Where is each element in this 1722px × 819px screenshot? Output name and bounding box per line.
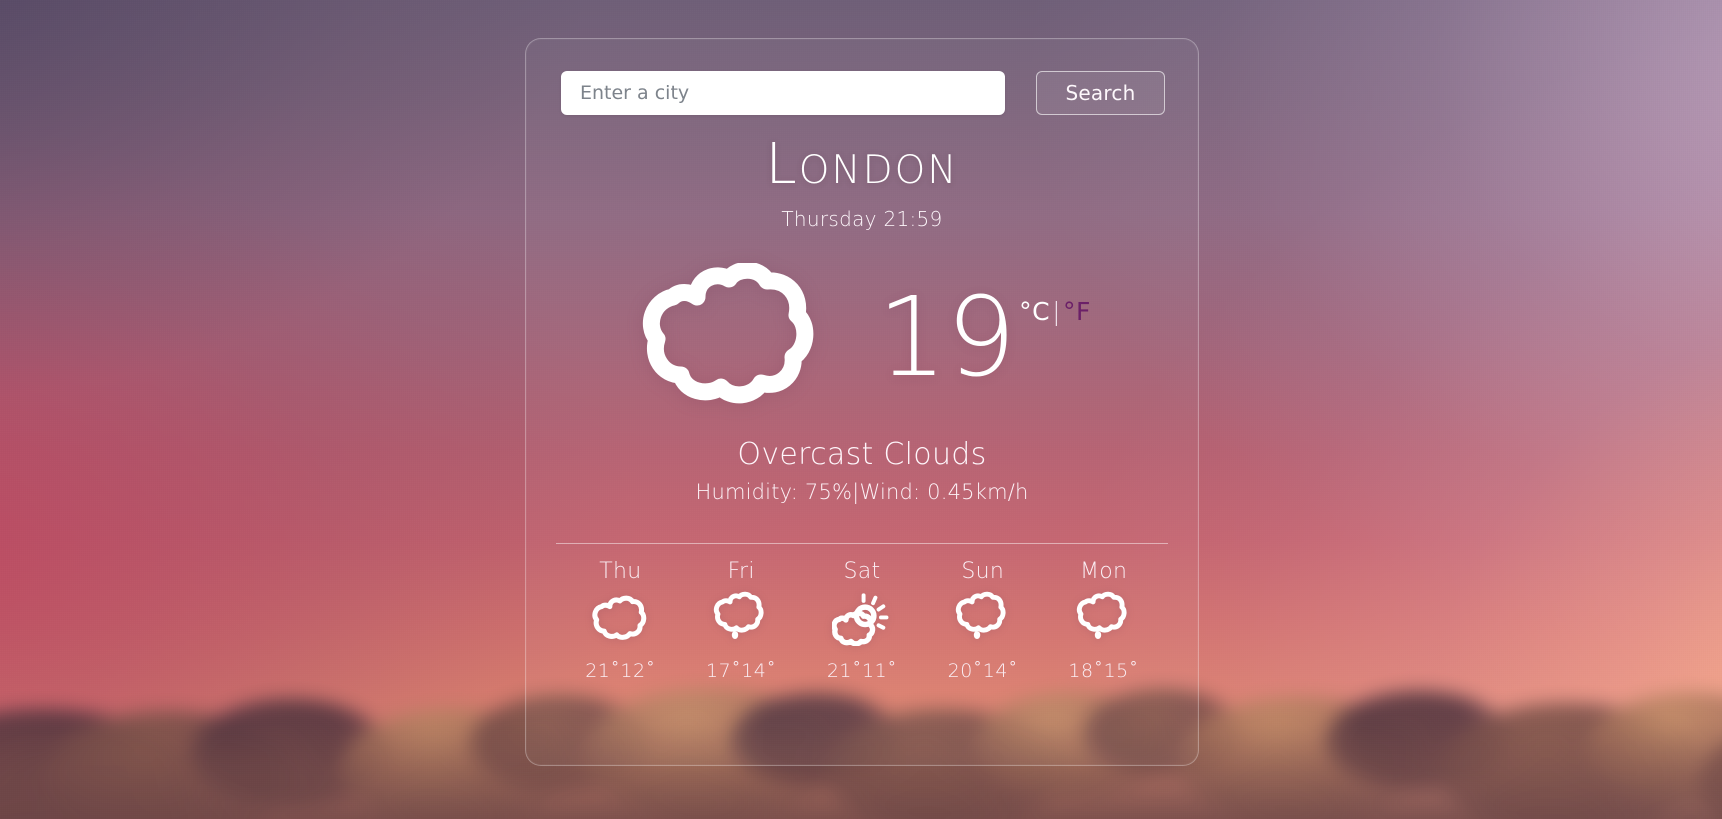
cloud-icon	[633, 260, 819, 416]
weather-details: Humidity: 75%|Wind: 0.45km/h	[695, 480, 1029, 504]
unit-toggle: °C|°F	[1019, 299, 1091, 324]
cloud-rain-icon	[952, 590, 1014, 648]
forecast-day-label: Sun	[961, 559, 1005, 584]
forecast-day-label: Fri	[727, 559, 755, 584]
date-time: Thursday 21:59	[781, 207, 943, 231]
temperature-value: 19	[877, 273, 1016, 402]
city-name: London	[765, 132, 959, 197]
forecast-day-label: Sat	[843, 559, 881, 584]
unit-celsius-button[interactable]: °C	[1019, 297, 1050, 326]
cloud-icon	[589, 590, 651, 648]
unit-separator: |	[1052, 297, 1061, 327]
forecast-temps: 20˚14˚	[947, 660, 1018, 682]
cloud-rain-icon	[1073, 590, 1135, 648]
forecast-day-sun[interactable]: Sun 20˚14˚	[922, 559, 1043, 682]
temperature-display: 19 °C|°F	[877, 273, 1091, 402]
weather-description: Overcast Clouds	[737, 437, 987, 472]
city-search-input[interactable]	[561, 71, 1005, 115]
forecast-day-sat[interactable]: Sat 21˚11˚	[802, 559, 923, 682]
forecast-temps: 17˚14˚	[706, 660, 777, 682]
forecast-temps: 21˚12˚	[585, 660, 656, 682]
unit-fahrenheit-button[interactable]: °F	[1063, 297, 1091, 326]
forecast-day-label: Mon	[1079, 559, 1128, 584]
section-divider	[556, 543, 1168, 544]
weather-card: Search London Thursday 21:59 19 °C|°F Ov…	[525, 38, 1199, 766]
forecast-temps: 21˚11˚	[826, 660, 898, 682]
forecast-row: Thu 21˚12˚ Fri 17˚14˚ Sat 21˚11˚ Sun 20˚…	[546, 559, 1178, 682]
sun-behind-cloud-icon	[831, 590, 893, 648]
forecast-day-label: Thu	[599, 559, 642, 584]
search-bar: Search	[561, 71, 1165, 115]
forecast-day-mon[interactable]: Mon 18˚15˚	[1043, 559, 1164, 682]
search-button[interactable]: Search	[1036, 71, 1165, 115]
forecast-day-thu[interactable]: Thu 21˚12˚	[560, 559, 681, 682]
cloud-rain-icon	[710, 590, 772, 648]
forecast-temps: 18˚15˚	[1068, 660, 1139, 682]
current-conditions: 19 °C|°F	[526, 253, 1198, 423]
forecast-day-fri[interactable]: Fri 17˚14˚	[681, 559, 802, 682]
